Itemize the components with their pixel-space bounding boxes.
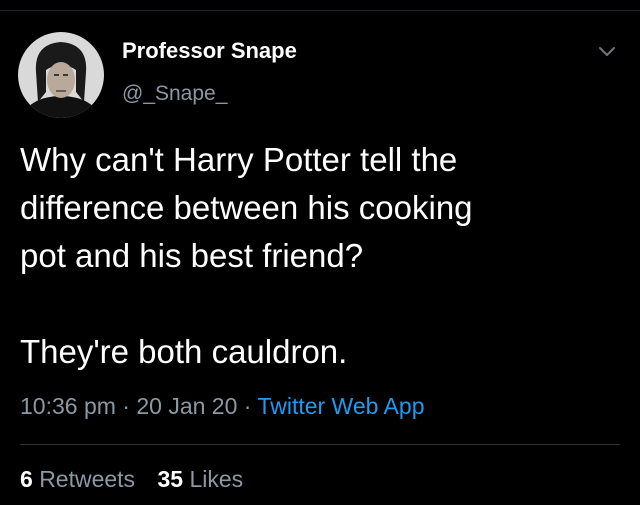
tweet-source-link[interactable]: Twitter Web App (257, 393, 424, 419)
tweet-date[interactable]: 20 Jan 20 (136, 393, 237, 419)
meta-separator: · (122, 393, 130, 419)
tweet-stats: 6 Retweets 35 Likes (20, 466, 259, 493)
avatar[interactable] (18, 32, 104, 118)
retweets-count: 6 (20, 466, 33, 492)
author-display-name[interactable]: Professor Snape (122, 38, 297, 64)
tweet-line: pot and his best friend? (20, 237, 364, 274)
stats-divider (20, 444, 620, 445)
likes-stat[interactable]: 35 Likes (157, 466, 243, 492)
chevron-down-icon[interactable] (596, 40, 618, 62)
retweets-label: Retweets (39, 466, 136, 492)
tweet-meta: 10:36 pm · 20 Jan 20 · Twitter Web App (20, 393, 424, 420)
likes-label: Likes (189, 466, 244, 492)
top-divider (0, 10, 640, 11)
likes-count: 35 (157, 466, 184, 492)
author-handle[interactable]: @_Snape_ (122, 82, 227, 106)
portrait-avatar-icon (18, 32, 104, 118)
meta-separator: · (243, 393, 252, 419)
tweet-line: difference between his cooking (20, 189, 473, 226)
tweet-line: They're both cauldron. (20, 333, 348, 370)
retweets-stat[interactable]: 6 Retweets (20, 466, 141, 492)
tweet-line: Why can't Harry Potter tell the (20, 141, 458, 178)
tweet-text: Why can't Harry Potter tell the differen… (20, 136, 620, 376)
tweet-time[interactable]: 10:36 pm (20, 393, 116, 419)
